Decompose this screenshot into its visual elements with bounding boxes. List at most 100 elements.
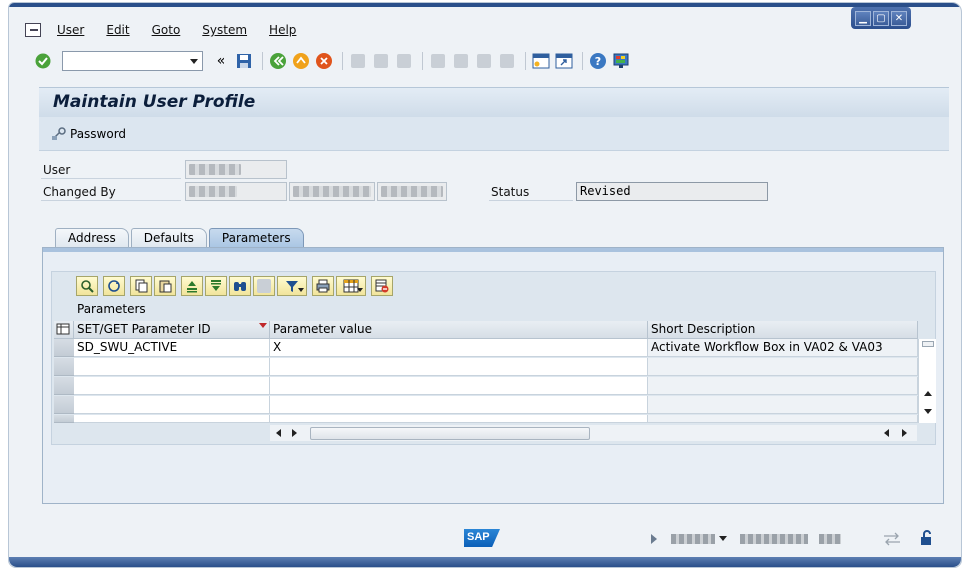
status-expand-icon[interactable] (651, 534, 657, 544)
copy-icon (135, 279, 148, 293)
find-next-button (394, 51, 414, 71)
password-button[interactable]: Password (51, 127, 126, 141)
table-cell-parameter-value[interactable] (270, 396, 648, 414)
table-cell-short-description (648, 396, 918, 414)
new-window-icon (532, 53, 550, 69)
horizontal-scroll-thumb[interactable] (310, 427, 590, 440)
find-next-grid-button (253, 276, 275, 296)
cancel-icon (316, 53, 332, 69)
sort-descending-button[interactable] (205, 276, 227, 296)
cancel-button[interactable] (314, 51, 334, 71)
system-menu-icon[interactable] (25, 23, 41, 37)
title-bar: Maintain User Profile (39, 87, 949, 117)
column-header-parameter-id[interactable]: SET/GET Parameter ID (74, 321, 270, 339)
column-header-parameter-value[interactable]: Parameter value (270, 321, 648, 339)
parameters-tab-panel: Parameters SET/GET Parameter ID Paramete… (42, 247, 944, 504)
save-icon (237, 54, 251, 68)
menu-help[interactable]: Help (269, 23, 296, 37)
menu-edit[interactable]: Edit (106, 23, 129, 37)
server-info-redacted (740, 534, 808, 544)
row-selector[interactable] (54, 377, 74, 395)
print-icon (351, 54, 365, 68)
table-cell-parameter-id[interactable] (74, 396, 270, 414)
shortcut-icon (555, 53, 573, 69)
minimize-button[interactable]: ▁ (855, 10, 871, 26)
refresh-button[interactable] (103, 276, 125, 296)
row-selector[interactable] (54, 339, 74, 357)
table-cell-parameter-value[interactable] (270, 358, 648, 376)
find-grid-button[interactable] (229, 276, 251, 296)
exit-button[interactable] (291, 51, 311, 71)
table-cell-parameter-id[interactable] (74, 377, 270, 395)
copy-button[interactable] (130, 276, 152, 296)
delete-row-button[interactable] (371, 276, 393, 296)
select-all-column-header[interactable] (54, 321, 74, 339)
vertical-scrollbar[interactable] (918, 339, 936, 423)
menu-bar: User Edit Goto System Help (25, 20, 318, 40)
command-field[interactable] (62, 51, 203, 71)
back-button[interactable] (268, 51, 288, 71)
sort-ascending-button[interactable] (181, 276, 203, 296)
paste-icon (159, 280, 172, 293)
table-cell-parameter-id[interactable]: SD_SWU_ACTIVE (74, 339, 270, 357)
scroll-thumb[interactable] (922, 341, 934, 347)
refresh-icon (108, 280, 120, 292)
user-value-redacted (189, 164, 241, 175)
sap-logo: SAP (464, 529, 500, 547)
row-selector[interactable] (54, 415, 74, 423)
changed-on-date-redacted (293, 186, 371, 197)
shortcut-button[interactable] (554, 51, 574, 71)
table-cell-parameter-id[interactable] (74, 358, 270, 376)
row-selector[interactable] (54, 396, 74, 414)
print-grid-button[interactable] (312, 276, 334, 296)
user-field[interactable] (185, 160, 287, 179)
close-button[interactable]: ✕ (891, 10, 907, 26)
scroll-down-icon[interactable] (924, 409, 932, 414)
tab-address[interactable]: Address (55, 228, 129, 248)
chevron-down-icon[interactable] (190, 59, 198, 64)
status-bar: SAP (9, 526, 961, 552)
menu-system[interactable]: System (202, 23, 247, 37)
status-label: Status (491, 185, 530, 199)
user-label-underline (41, 178, 181, 179)
filter-button[interactable] (277, 276, 307, 296)
horizontal-scrollbar[interactable] (270, 425, 917, 441)
sort-ascending-icon (187, 281, 197, 293)
customize-layout-button[interactable] (611, 51, 631, 71)
maximize-button[interactable]: ▢ (873, 10, 889, 26)
new-session-button[interactable] (531, 51, 551, 71)
save-button[interactable] (234, 51, 254, 71)
status-field: Revised (576, 182, 768, 201)
scroll-left-icon[interactable] (276, 429, 281, 437)
help-button[interactable]: ? (588, 51, 608, 71)
scroll-left-icon[interactable] (884, 429, 889, 437)
table-cell-parameter-id[interactable] (74, 415, 270, 423)
scroll-right-icon[interactable] (902, 429, 907, 437)
chevron-down-icon[interactable] (719, 536, 727, 541)
overwrite-mode-icon (883, 532, 901, 546)
password-key-icon (52, 127, 66, 140)
binoculars-plus-icon (257, 279, 271, 293)
collapse-command-button[interactable]: « (211, 51, 231, 71)
menu-user[interactable]: User (57, 23, 84, 37)
scroll-up-icon[interactable] (924, 391, 932, 396)
details-button[interactable] (76, 276, 98, 296)
table-cell-parameter-value[interactable] (270, 415, 648, 423)
table-cell-parameter-value[interactable]: X (270, 339, 648, 357)
row-selector[interactable] (54, 358, 74, 376)
layout-button[interactable] (336, 276, 366, 296)
magnifier-icon (81, 280, 94, 293)
previous-page-button (451, 51, 471, 71)
binoculars-plus-icon (397, 54, 411, 68)
scroll-right-icon[interactable] (292, 429, 297, 437)
column-header-parameter-id-label: SET/GET Parameter ID (77, 322, 211, 336)
enter-button[interactable] (33, 51, 53, 71)
paste-button[interactable] (154, 276, 176, 296)
tab-parameters[interactable]: Parameters (208, 228, 304, 248)
tab-defaults[interactable]: Defaults (130, 228, 207, 248)
menu-goto[interactable]: Goto (152, 23, 181, 37)
table-cell-parameter-value[interactable] (270, 377, 648, 395)
mode-info-redacted (819, 534, 841, 544)
monitor-icon (613, 53, 629, 68)
column-header-short-description[interactable]: Short Description (648, 321, 918, 339)
